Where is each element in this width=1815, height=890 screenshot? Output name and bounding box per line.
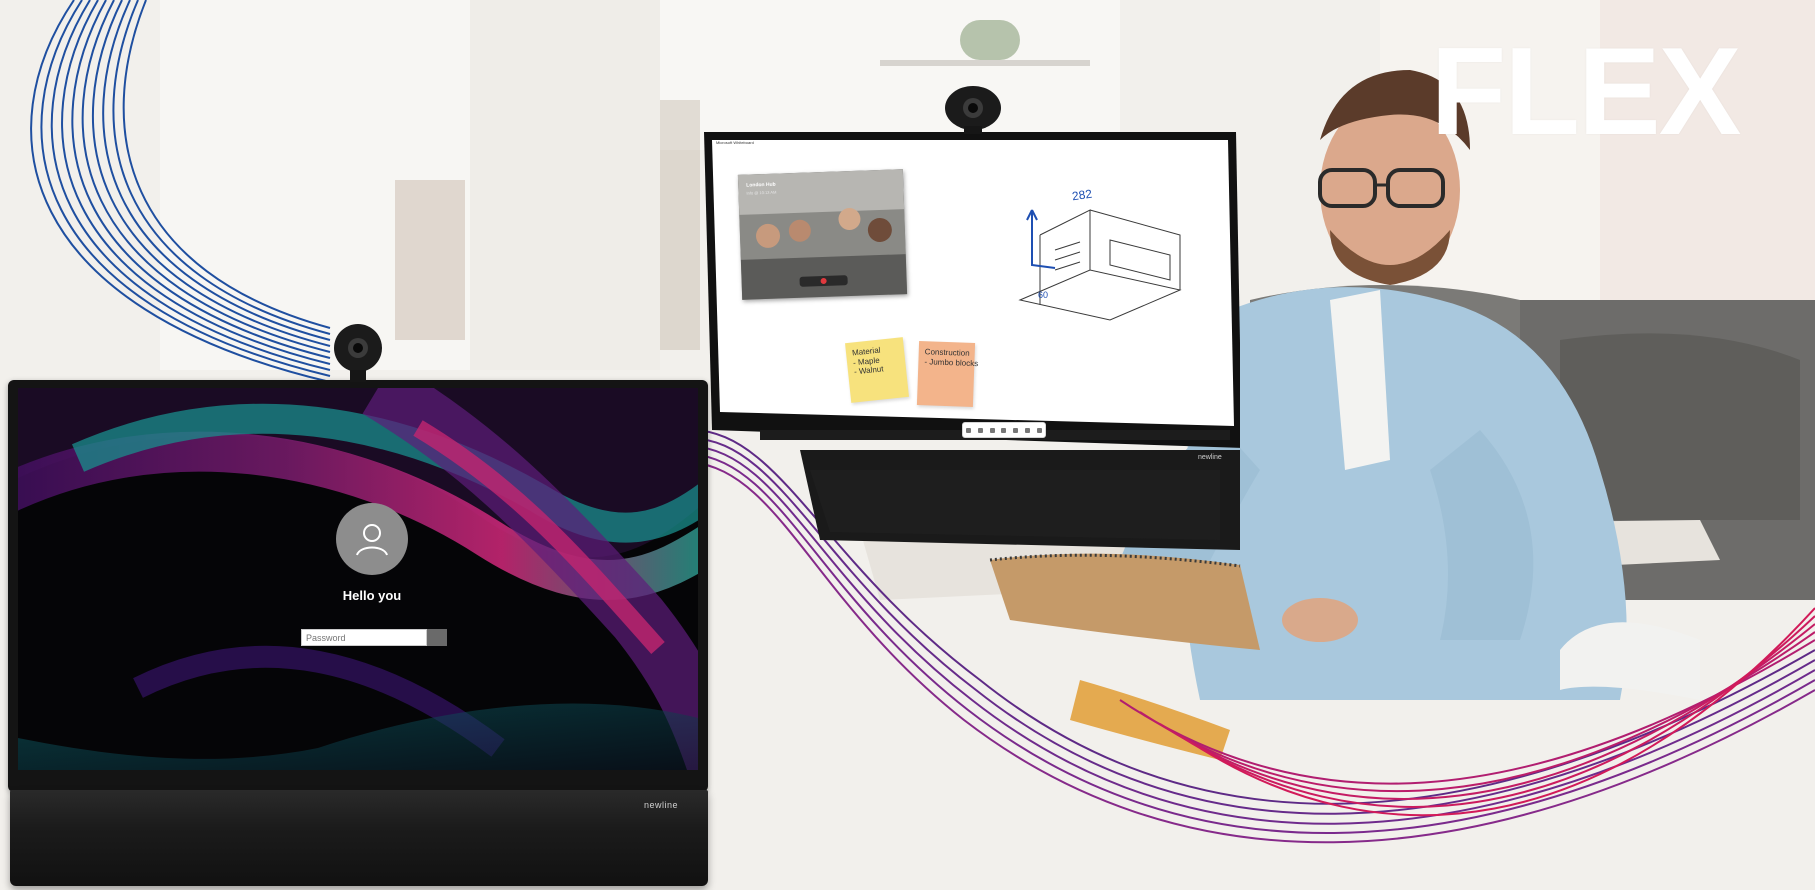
redo-icon[interactable] <box>1036 427 1042 433</box>
password-input[interactable] <box>301 629 427 646</box>
brand-title: FLEX <box>1430 23 1742 161</box>
video-call-subtitle: Info @ 10:13 AM <box>746 189 777 196</box>
ruler-tool-icon[interactable] <box>1001 427 1007 433</box>
sticky-note-yellow[interactable]: Material - Maple - Walnut <box>845 337 909 403</box>
meeting-participants-image <box>737 169 908 300</box>
architecture-sketch <box>1018 209 1182 321</box>
password-field-group <box>301 629 447 646</box>
lock-screen: Hello you <box>18 388 698 770</box>
video-call-tile: London Hub Info @ 10:13 AM <box>737 169 908 300</box>
user-silhouette-icon <box>356 524 388 556</box>
eraser-tool-icon[interactable] <box>989 427 995 433</box>
sketch-annotation: 60 <box>1038 290 1049 300</box>
pen-tool-icon[interactable] <box>966 427 972 433</box>
greeting-text: Hello you <box>342 588 402 603</box>
sticky-note-orange[interactable]: Construction - Jumbo blocks <box>916 341 979 407</box>
monitor-brand-logo: newline <box>1198 454 1222 461</box>
hero-banner: FLEX Microsoft Whiteboard London Hub Inf… <box>0 0 1815 890</box>
whiteboard-monitor: Microsoft Whiteboard London Hub Info @ 1… <box>700 130 1240 560</box>
lock-screen-wallpaper <box>18 388 698 770</box>
blue-wave-lines <box>30 0 331 383</box>
sticky-note-line: - Jumbo blocks <box>924 356 979 368</box>
video-call-title: London Hub <box>746 181 776 189</box>
login-monitor-bezel: Hello you <box>8 380 708 792</box>
whiteboard-monitor-base <box>800 450 1240 550</box>
lasso-tool-icon[interactable] <box>1013 427 1019 433</box>
whiteboard-window-title: Microsoft Whiteboard <box>716 140 754 145</box>
webcam-icon <box>945 86 1001 134</box>
undo-icon[interactable] <box>1024 427 1030 433</box>
sketch-annotation: 282 <box>1071 186 1093 204</box>
monitor-brand-logo: newline <box>643 800 678 810</box>
user-avatar-icon <box>336 503 408 575</box>
whiteboard-toolbar <box>962 422 1046 438</box>
webcam-icon <box>334 324 382 382</box>
highlighter-tool-icon[interactable] <box>978 427 984 433</box>
password-submit-button[interactable] <box>427 629 447 646</box>
login-monitor-base: newline <box>10 790 708 886</box>
login-monitor: Hello you newline <box>8 380 708 890</box>
